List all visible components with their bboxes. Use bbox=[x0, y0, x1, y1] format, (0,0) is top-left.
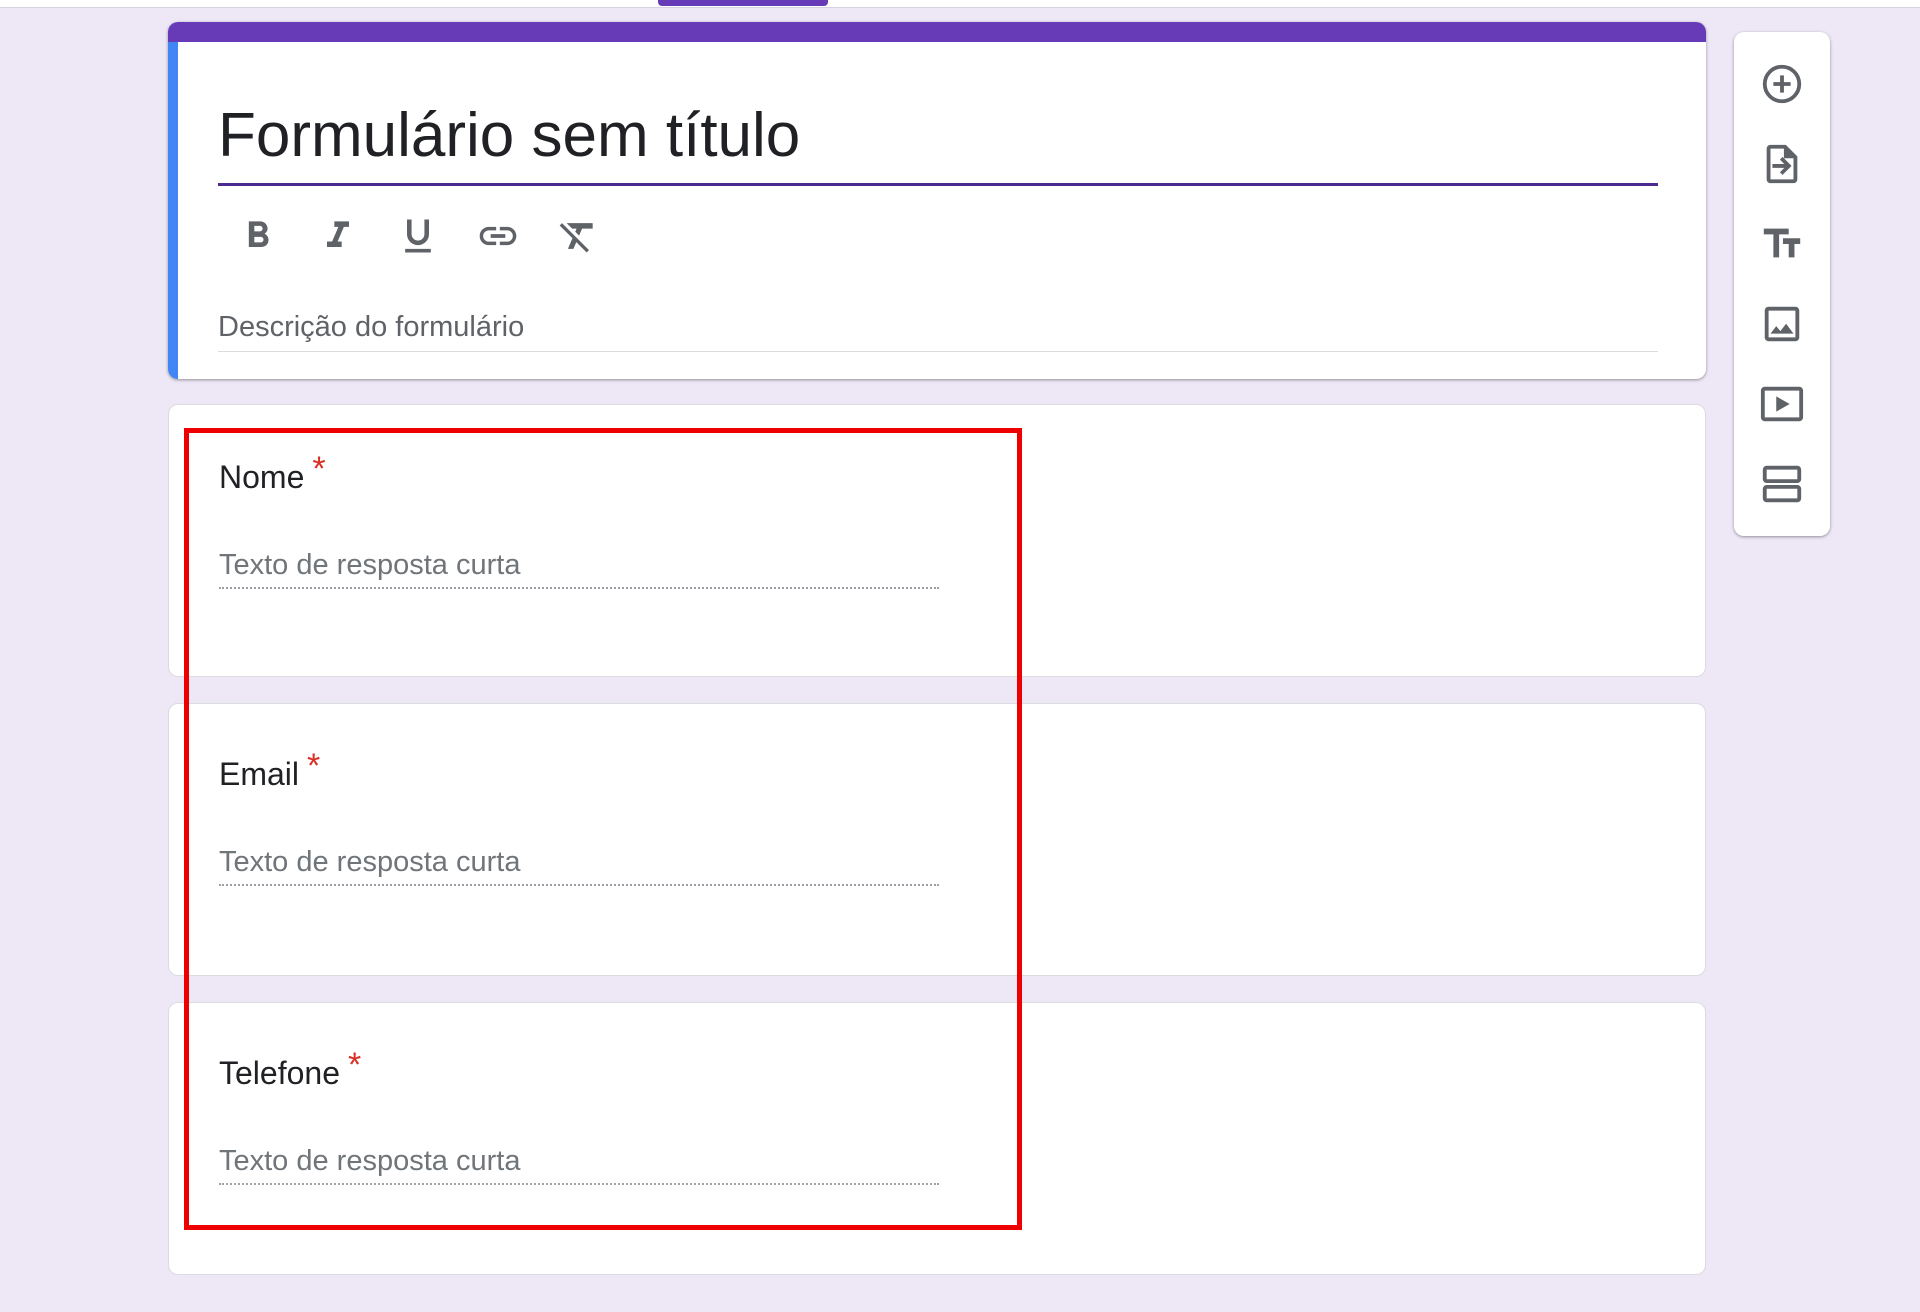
import-questions-button[interactable] bbox=[1750, 132, 1814, 196]
add-section-button[interactable] bbox=[1750, 452, 1814, 516]
bold-button[interactable] bbox=[228, 208, 288, 264]
text-format-toolbar bbox=[228, 208, 608, 264]
add-title-description-icon bbox=[1763, 228, 1801, 258]
add-image-icon bbox=[1764, 306, 1800, 342]
question-title: Nome * bbox=[219, 450, 326, 497]
short-answer-field: Texto de resposta curta bbox=[219, 842, 939, 886]
underline-button[interactable] bbox=[388, 208, 448, 264]
add-video-icon bbox=[1760, 386, 1804, 422]
clear-formatting-icon bbox=[559, 223, 593, 253]
bold-icon bbox=[248, 221, 269, 247]
form-header-card: Formulário sem título Descrição do formu… bbox=[168, 22, 1706, 379]
active-tab-indicator bbox=[658, 0, 828, 6]
form-title-input[interactable]: Formulário sem título bbox=[218, 86, 1658, 186]
add-section-icon bbox=[1762, 465, 1802, 503]
floating-side-toolbar bbox=[1734, 32, 1830, 536]
form-description-input[interactable]: Descrição do formulário bbox=[218, 304, 1658, 352]
required-asterisk: * bbox=[347, 1046, 362, 1084]
theme-color-bar bbox=[168, 22, 1706, 42]
short-answer-field: Texto de resposta curta bbox=[219, 1141, 939, 1185]
link-button[interactable] bbox=[468, 208, 528, 264]
add-question-button[interactable] bbox=[1750, 52, 1814, 116]
clear-formatting-button[interactable] bbox=[548, 208, 608, 264]
italic-button[interactable] bbox=[308, 208, 368, 264]
question-title-text: Telefone bbox=[219, 1055, 340, 1091]
required-asterisk: * bbox=[307, 747, 321, 785]
question-title: Email * bbox=[219, 747, 320, 794]
add-image-button[interactable] bbox=[1750, 292, 1814, 356]
question-card-nome[interactable]: Nome * Texto de resposta curta bbox=[168, 404, 1706, 677]
add-video-button[interactable] bbox=[1750, 372, 1814, 436]
underline-icon bbox=[405, 219, 431, 253]
italic-icon bbox=[327, 221, 349, 247]
question-title-text: Email bbox=[219, 756, 300, 792]
short-answer-field: Texto de resposta curta bbox=[219, 545, 939, 589]
link-icon bbox=[479, 226, 517, 246]
question-card-email[interactable]: Email * Texto de resposta curta bbox=[168, 703, 1706, 976]
top-bar bbox=[0, 0, 1920, 8]
question-title-text: Nome bbox=[219, 459, 305, 495]
required-asterisk: * bbox=[312, 450, 326, 488]
add-title-description-button[interactable] bbox=[1750, 212, 1814, 276]
add-question-icon bbox=[1762, 64, 1802, 104]
import-questions-icon bbox=[1766, 144, 1798, 184]
question-title: Telefone * bbox=[219, 1046, 361, 1093]
question-card-telefone[interactable]: Telefone * Texto de resposta curta bbox=[168, 1002, 1706, 1275]
focus-indicator-bar bbox=[168, 42, 178, 379]
